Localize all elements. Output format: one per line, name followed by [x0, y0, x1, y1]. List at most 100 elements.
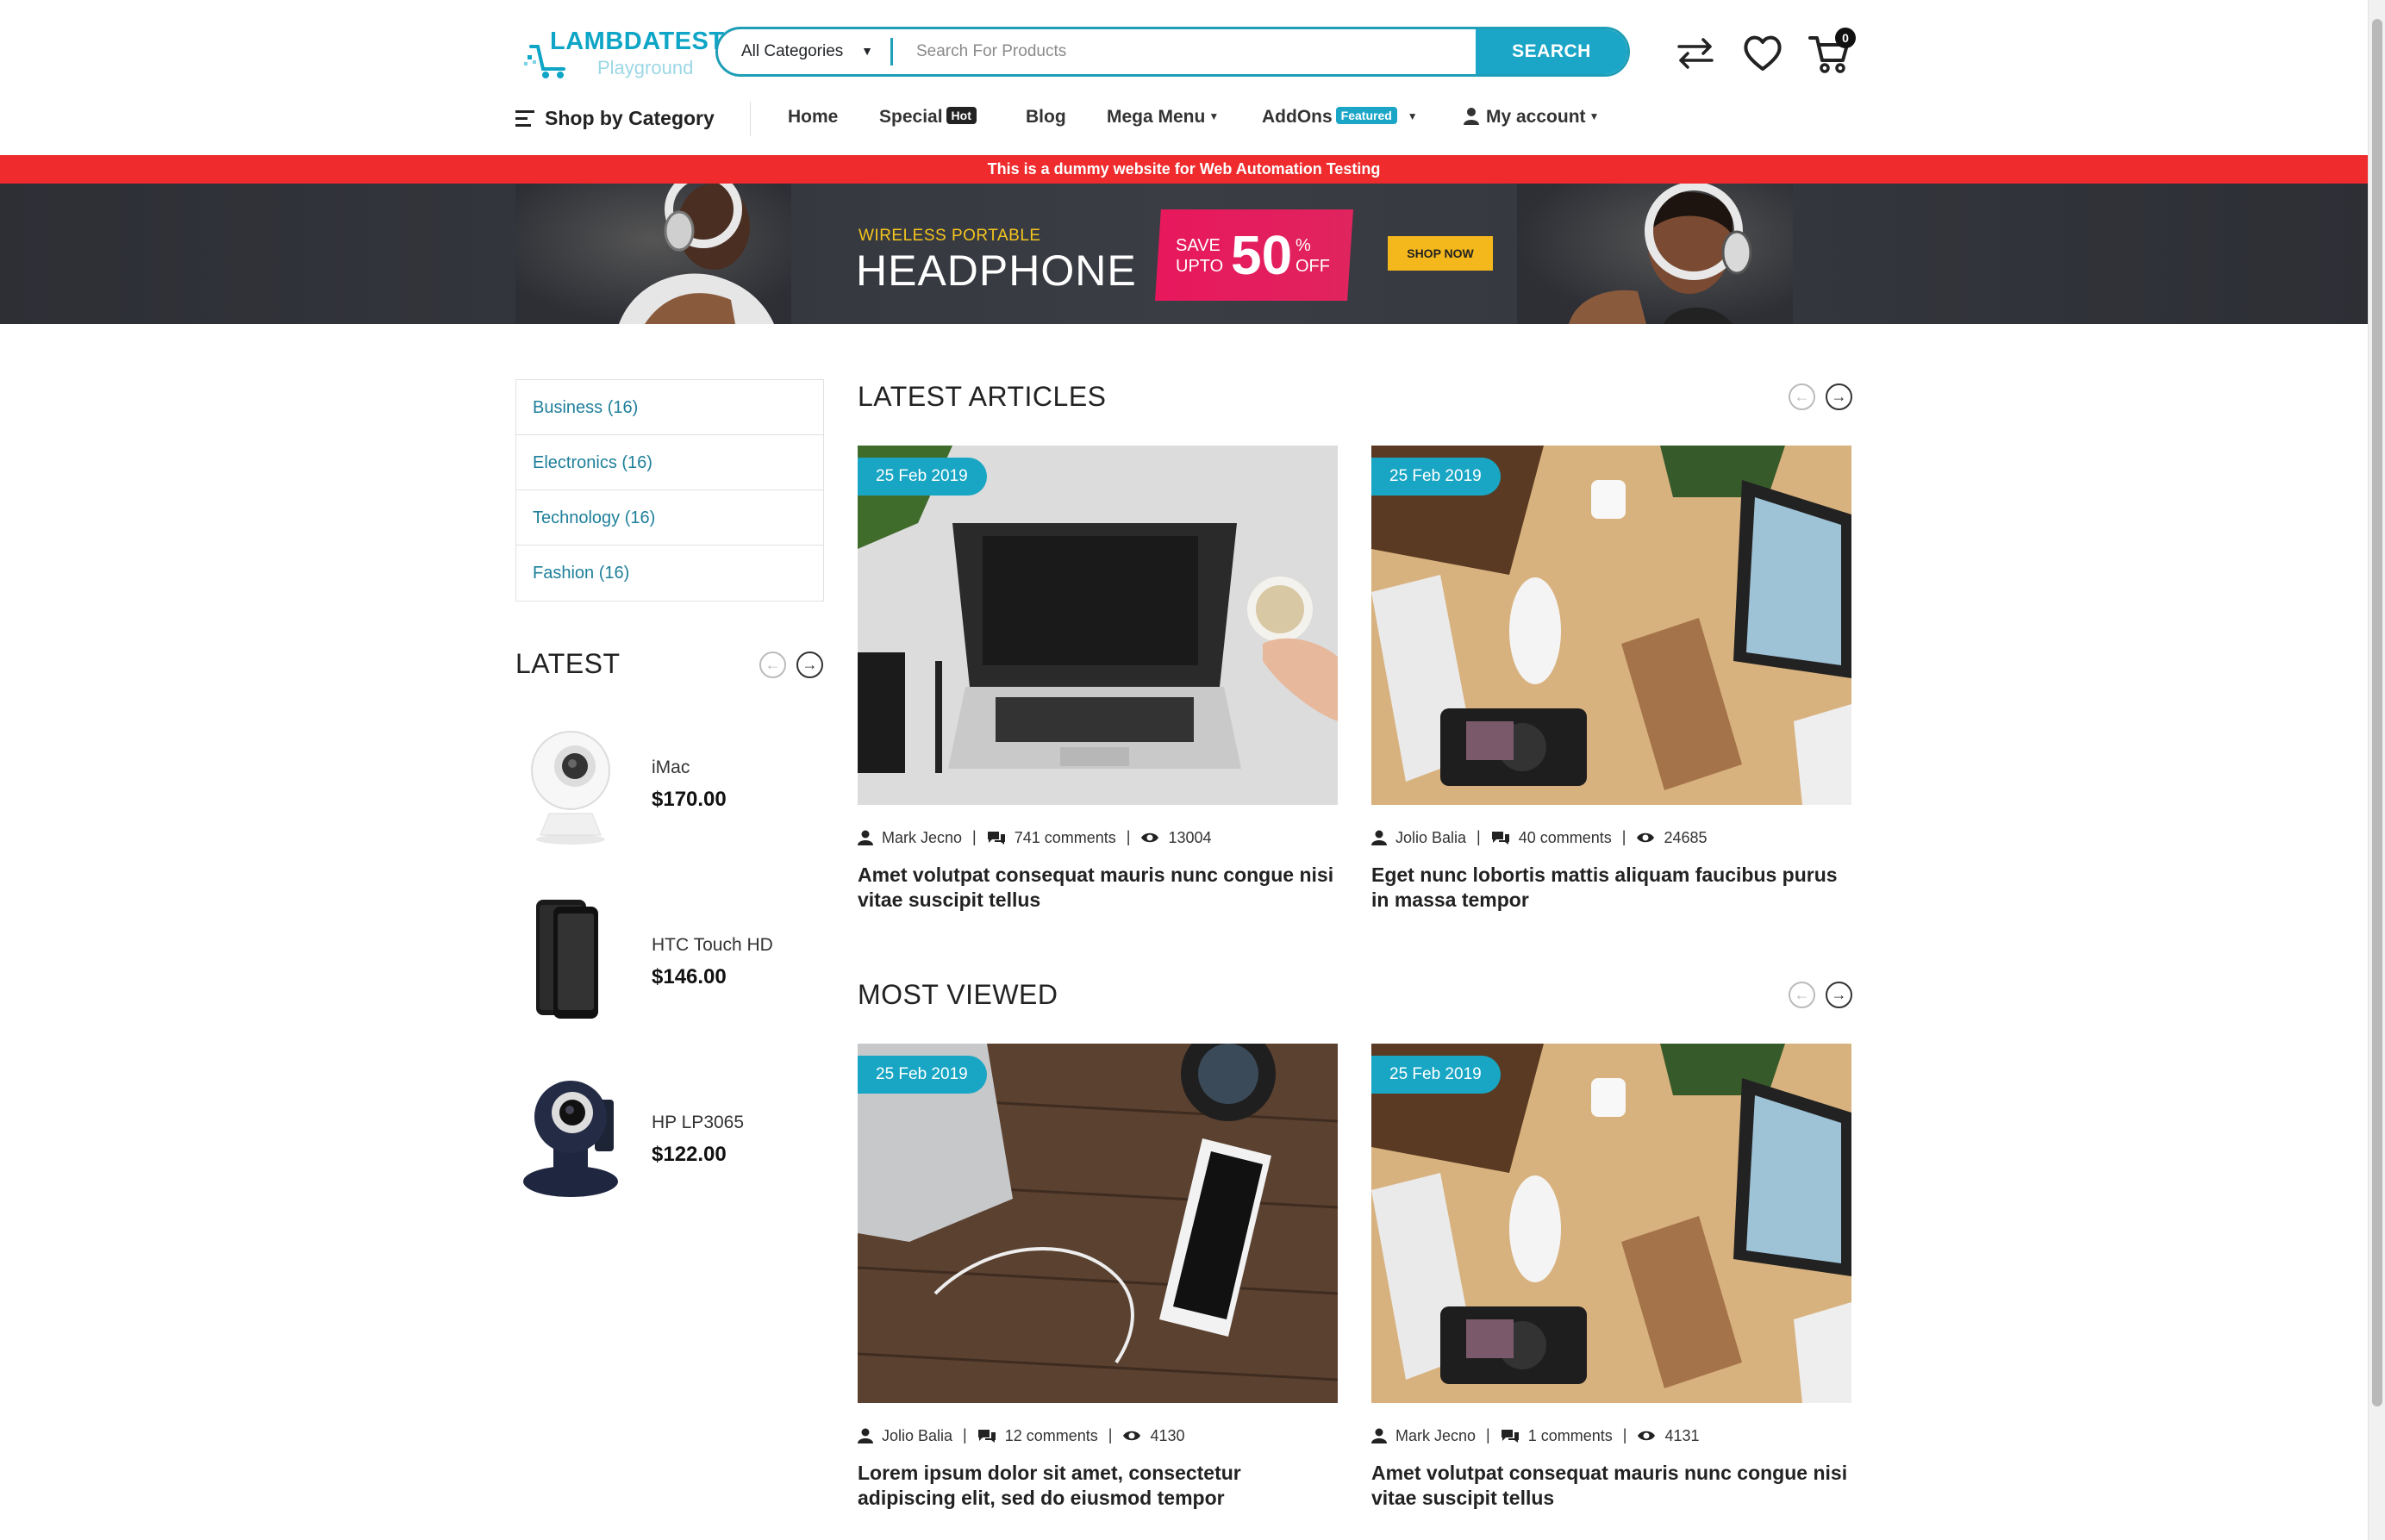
shop-now-button[interactable]: SHOP NOW	[1388, 236, 1493, 271]
logo-title: LAMBDATEST	[550, 28, 725, 55]
banner-kicker: WIRELESS PORTABLE	[858, 227, 1041, 245]
banner-headline: HEADPHONE	[856, 246, 1137, 295]
search-input[interactable]	[916, 38, 1313, 65]
article-author[interactable]: Mark Jecno	[882, 829, 962, 847]
article-meta: Mark Jecno | 1 comments | 4131	[1371, 1426, 1851, 1449]
scrollbar-thumb[interactable]	[2372, 19, 2382, 1406]
nav-item-blog[interactable]: Blog	[1026, 107, 1066, 128]
latest-section-title: LATEST	[515, 648, 621, 679]
most-viewed-title: MOST VIEWED	[858, 979, 1058, 1010]
user-icon	[1371, 1428, 1387, 1444]
heart-icon[interactable]	[1739, 31, 1786, 76]
nav-item-mega-menu[interactable]: Mega Menu ▼	[1107, 107, 1219, 128]
article-views: 13004	[1168, 828, 1212, 846]
discount-percent: 50	[1231, 224, 1293, 286]
user-icon	[1464, 108, 1479, 125]
page-scrollbar[interactable]	[2368, 0, 2385, 1540]
category-select[interactable]: All Categories ▼	[718, 29, 890, 74]
article-date-badge: 25 Feb 2019	[858, 1056, 987, 1094]
article-image[interactable]	[858, 446, 1338, 805]
blog-category-list: Business (16) Electronics (16) Technolog…	[515, 379, 824, 602]
compare-icon[interactable]	[1672, 31, 1719, 76]
articles-next-button[interactable]: →	[1826, 383, 1852, 410]
cart-count-badge: 0	[1835, 28, 1856, 48]
featured-badge: Featured	[1335, 107, 1397, 124]
discount-badge: SAVE UPTO 50 % OFF	[1155, 209, 1353, 301]
caret-down-icon: ▼	[1407, 110, 1418, 122]
nav-divider	[750, 102, 751, 136]
eye-icon	[1638, 1431, 1656, 1441]
off-text: % OFF	[1296, 236, 1330, 276]
eye-icon	[1637, 833, 1655, 843]
caret-down-icon: ▼	[1589, 110, 1600, 122]
user-icon	[1371, 830, 1387, 846]
article-author[interactable]: Jolio Balia	[1395, 829, 1466, 847]
notice-bar: This is a dummy website for Web Automati…	[0, 155, 2368, 184]
user-icon	[858, 830, 873, 846]
article-date-badge: 25 Feb 2019	[858, 458, 987, 496]
comments-icon	[977, 1430, 996, 1443]
site-header: LAMBDATEST Playground All Categories ▼ S…	[0, 0, 2368, 155]
article-title[interactable]: Amet volutpat consequat mauris nunc cong…	[858, 863, 1338, 913]
search-button[interactable]: SEARCH	[1476, 29, 1627, 74]
category-link-fashion[interactable]: Fashion (16)	[516, 546, 823, 601]
nav-item-special[interactable]: Special Hot	[879, 107, 977, 128]
nav-item-home[interactable]: Home	[788, 107, 838, 128]
nav-item-my-account[interactable]: My account ▼	[1464, 107, 1599, 128]
article-comments[interactable]: 1 comments	[1528, 1427, 1613, 1445]
article-views: 4130	[1150, 1426, 1185, 1444]
latest-product-item[interactable]: HP LP3065 $122.00	[515, 1074, 826, 1212]
articles-prev-button[interactable]: ←	[1789, 383, 1815, 410]
caret-down-icon: ▼	[1208, 110, 1220, 122]
article-title[interactable]: Eget nunc lobortis mattis aliquam faucib…	[1371, 863, 1851, 913]
article-meta: Jolio Balia | 12 comments | 4130	[858, 1426, 1338, 1449]
product-name[interactable]: HP LP3065	[652, 1113, 744, 1133]
eye-icon	[1141, 833, 1159, 843]
product-image	[523, 1081, 618, 1197]
latest-product-item[interactable]: iMac $170.00	[515, 719, 826, 857]
latest-prev-button[interactable]: ←	[759, 652, 786, 678]
article-image[interactable]	[1371, 1044, 1851, 1403]
product-image	[536, 900, 598, 1019]
category-link-business[interactable]: Business (16)	[516, 380, 823, 435]
article-date-badge: 25 Feb 2019	[1371, 458, 1501, 496]
article-image[interactable]	[1371, 446, 1851, 805]
promo-banner[interactable]: WIRELESS PORTABLE HEADPHONE SAVE UPTO 50 …	[0, 184, 2368, 324]
latest-product-item[interactable]: HTC Touch HD $146.00	[515, 896, 826, 1034]
article-meta: Mark Jecno | 741 comments | 13004	[858, 828, 1338, 851]
product-price: $146.00	[652, 965, 727, 988]
headphone-model-image-2	[1517, 184, 1793, 324]
article-title[interactable]: Amet volutpat consequat mauris nunc cong…	[1371, 1461, 1851, 1511]
hot-badge: Hot	[946, 107, 977, 124]
comments-icon	[1501, 1430, 1519, 1443]
latest-next-button[interactable]: →	[796, 652, 823, 678]
product-name[interactable]: iMac	[652, 758, 690, 778]
article-author[interactable]: Jolio Balia	[882, 1427, 952, 1445]
article-image[interactable]	[858, 1044, 1338, 1403]
article-author[interactable]: Mark Jecno	[1395, 1427, 1476, 1445]
latest-articles-title: LATEST ARTICLES	[858, 381, 1107, 412]
category-link-electronics[interactable]: Electronics (16)	[516, 435, 823, 490]
product-price: $122.00	[652, 1143, 727, 1166]
shop-by-category-button[interactable]: Shop by Category	[514, 102, 740, 136]
article-views: 4131	[1664, 1426, 1700, 1444]
category-link-technology[interactable]: Technology (16)	[516, 490, 823, 546]
article-comments[interactable]: 741 comments	[1015, 829, 1116, 847]
save-text: SAVE UPTO	[1176, 236, 1224, 276]
article-date-badge: 25 Feb 2019	[1371, 1056, 1501, 1094]
most-viewed-next-button[interactable]: →	[1826, 982, 1852, 1008]
logo-subtitle: Playground	[597, 57, 694, 78]
comments-icon	[987, 832, 1005, 845]
article-views: 24685	[1664, 828, 1708, 846]
search-divider	[890, 38, 893, 65]
most-viewed-prev-button[interactable]: ←	[1789, 982, 1815, 1008]
article-comments[interactable]: 12 comments	[1005, 1427, 1098, 1445]
article-comments[interactable]: 40 comments	[1519, 829, 1612, 847]
chevron-down-icon: ▼	[861, 44, 873, 58]
site-logo[interactable]: LAMBDATEST Playground	[524, 26, 724, 84]
article-title[interactable]: Lorem ipsum dolor sit amet, consectetur …	[858, 1461, 1338, 1511]
user-icon	[858, 1428, 873, 1444]
nav-item-addons[interactable]: AddOns Featured ▼	[1262, 107, 1418, 128]
product-price: $170.00	[652, 788, 727, 811]
product-name[interactable]: HTC Touch HD	[652, 935, 773, 956]
